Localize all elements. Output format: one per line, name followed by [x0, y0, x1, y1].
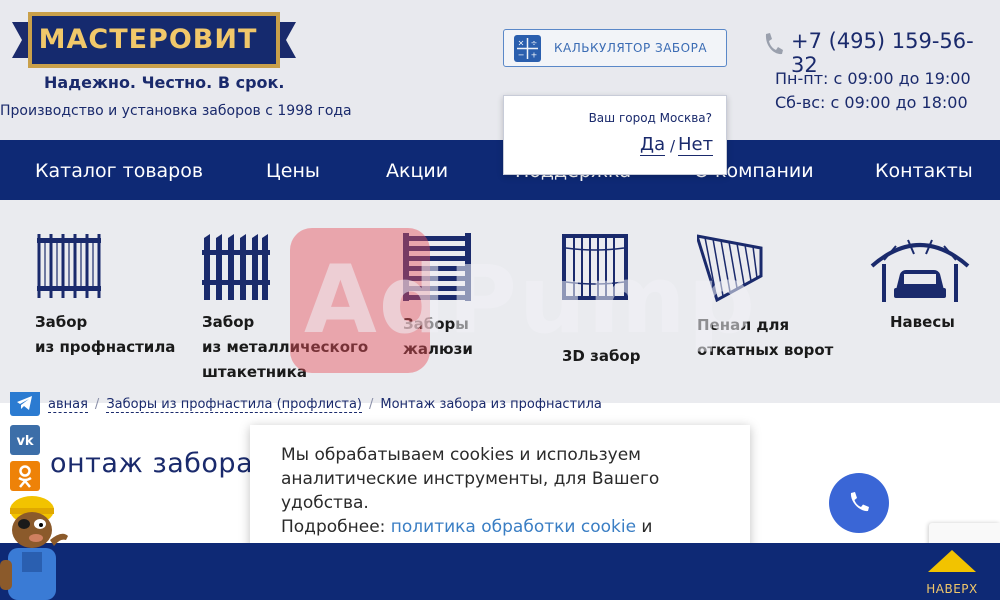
city-no-button[interactable]: Нет [678, 134, 714, 156]
svg-text:÷: ÷ [531, 39, 538, 48]
nav-item-promotions[interactable]: Акции [386, 160, 448, 182]
odnoklassniki-icon[interactable] [10, 461, 40, 491]
page-title: онтаж забора и [50, 448, 281, 479]
breadcrumb-item-category[interactable]: Заборы из профнастила (профлиста) [106, 397, 362, 413]
svg-text:vk: vk [16, 434, 33, 449]
back-to-top-button[interactable]: НАВЕРХ [920, 548, 980, 598]
picket-fence-icon [202, 234, 270, 300]
main-nav: Каталог товаров Цены Акции Поддержка О к… [0, 140, 1000, 200]
catalog-label: Забор из профнастила [35, 313, 176, 356]
breadcrumb-separator: / [369, 397, 374, 412]
cookie-text: Мы обрабатываем cookies и используем ана… [281, 443, 721, 539]
catalog-item-profnastil[interactable]: Забор из профнастила [35, 232, 175, 362]
logo-text[interactable]: МАСТЕРОВИТ [32, 20, 264, 60]
nav-item-prices[interactable]: Цены [266, 160, 320, 182]
catalog-item-jalousie[interactable]: Заборы жалюзи [403, 233, 523, 363]
catalog-dropdown: Забор из профнастила Забор из металлическо… [0, 200, 1000, 403]
cookie-more-prefix: Подробнее: [281, 517, 391, 537]
3d-fence-icon [562, 234, 628, 300]
catalog-label: 3D забор [562, 347, 641, 365]
vk-icon[interactable]: vk [10, 425, 40, 455]
svg-text:+: + [531, 51, 538, 60]
city-question: Ваш город Москва? [588, 111, 712, 125]
call-icon [850, 492, 869, 512]
cookie-notice: Мы обрабатываем cookies и используем ана… [250, 425, 750, 550]
call-button[interactable] [829, 473, 889, 533]
breadcrumb-item-current: Монтаж забора из профнастила [380, 397, 602, 412]
city-confirm-popup: Ваш город Москва? Да / Нет [503, 95, 727, 175]
svg-text:−: − [518, 51, 525, 60]
city-yes-button[interactable]: Да [640, 134, 666, 156]
catalog-item-3d[interactable]: 3D забор [562, 234, 672, 365]
nav-item-catalog[interactable]: Каталог товаров [35, 160, 203, 182]
svg-text:×: × [518, 39, 525, 48]
catalog-item-canopy[interactable]: Навесы [868, 234, 972, 334]
nav-item-contacts[interactable]: Контакты [875, 160, 973, 182]
cookie-suffix: и [636, 517, 653, 537]
slogan: Надежно. Честно. В срок. [44, 73, 285, 92]
site-header: МАСТЕРОВИТ Надежно. Честно. В срок. Прои… [0, 0, 1000, 140]
catalog-label: Пенал для откатных ворот [697, 316, 834, 359]
catalog-label: Навесы [890, 313, 955, 331]
footer-bar [0, 543, 1000, 600]
sliding-gate-penal-icon [697, 234, 763, 302]
company-since: Производство и установка заборов с 1998 … [0, 103, 352, 119]
telegram-icon[interactable] [10, 392, 40, 416]
fence-calculator-button[interactable]: × ÷ − + КАЛЬКУЛЯТОР ЗАБОРА [503, 29, 727, 67]
phone-icon [765, 33, 783, 55]
profnastil-fence-icon [37, 234, 101, 298]
breadcrumb: авная / Заборы из профнастила (профлиста) /… [48, 397, 602, 413]
arrow-up-icon [928, 550, 976, 572]
calculator-label: КАЛЬКУЛЯТОР ЗАБОРА [554, 41, 708, 55]
catalog-label: Забор из металлического штакетника [202, 313, 369, 381]
catalog-label: Заборы жалюзи [403, 315, 473, 358]
back-to-top-label: НАВЕРХ [926, 582, 978, 596]
catalog-item-shtaketnik[interactable]: Забор из металлического штакетника [202, 234, 368, 384]
canopy-car-icon [870, 239, 970, 302]
calculator-icon: × ÷ − + [514, 35, 541, 62]
mascot-image [0, 496, 68, 600]
working-hours-weekdays: Пн-пт: с 09:00 до 19:00 [775, 69, 971, 88]
city-separator: / [670, 137, 676, 155]
jalousie-fence-icon [403, 233, 471, 301]
catalog-item-penal[interactable]: Пенал для откатных ворот [697, 234, 837, 364]
cookie-policy-link[interactable]: политика обработки cookie [391, 517, 636, 537]
breadcrumb-separator: / [94, 397, 100, 412]
breadcrumb-item-home[interactable]: авная [48, 397, 88, 413]
working-hours-weekend: Сб-вс: с 09:00 до 18:00 [775, 93, 968, 112]
cookie-main-text: Мы обрабатываем cookies и используем ана… [281, 445, 660, 513]
